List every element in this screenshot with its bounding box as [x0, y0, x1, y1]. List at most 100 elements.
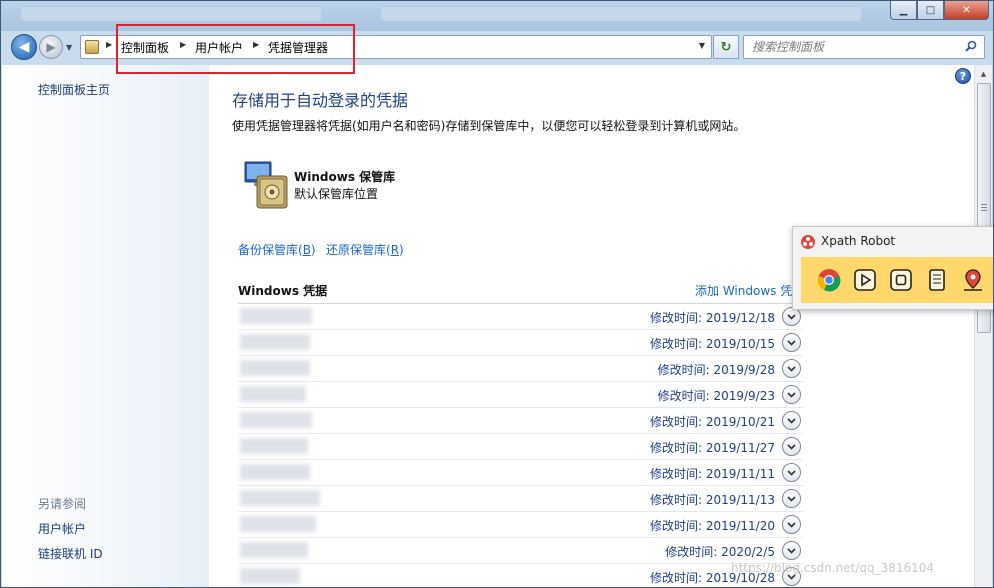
credential-row[interactable]: 修改时间: 2019/11/11	[238, 460, 803, 486]
play-icon[interactable]	[853, 268, 877, 292]
expand-chevron-icon[interactable]	[782, 541, 801, 560]
backup-vault-label: 备份保管库(	[238, 243, 303, 257]
credential-modified-time: 修改时间: 2019/10/21	[649, 415, 775, 429]
credential-row[interactable]: 修改时间: 2019/9/23	[238, 382, 803, 408]
vault-name[interactable]: Windows 保管库	[294, 168, 395, 185]
credential-name-redacted	[240, 568, 300, 584]
credential-modified-time: 修改时间: 2019/11/27	[649, 441, 775, 455]
vault-icon[interactable]	[243, 159, 293, 211]
close-button[interactable]: ✕	[944, 1, 989, 20]
sidebar: 控制面板主页 另请参阅 用户帐户 链接联机 ID	[2, 65, 209, 587]
restore-vault-link[interactable]: 还原保管库(R)	[326, 241, 404, 258]
chrome-icon[interactable]	[817, 268, 841, 292]
minimize-button[interactable]: ▁	[890, 1, 917, 20]
document-icon[interactable]	[925, 268, 949, 292]
scroll-up-icon[interactable]: ▲	[975, 65, 992, 82]
backup-vault-label-end: )	[310, 243, 316, 257]
credential-manager-window: ▁ □ ✕ ◀ ▶ ▼ ▶ 控制面板 ▶ 用户帐户 ▶ 凭据管理器 ▼ ↻ 搜索…	[0, 0, 994, 588]
credential-row[interactable]: 修改时间: 2019/12/18	[238, 304, 803, 330]
expand-chevron-icon[interactable]	[782, 515, 801, 534]
search-box[interactable]	[743, 35, 985, 59]
credential-modified-time: 修改时间: 2019/12/18	[649, 311, 775, 325]
credential-name-redacted	[240, 490, 320, 506]
backup-vault-accesskey: B	[302, 243, 311, 257]
refresh-icon: ↻	[720, 39, 732, 55]
main-panel: ? 存储用于自动登录的凭据 使用凭据管理器将凭据(如用户名和密码)存储到保管库中…	[209, 65, 974, 587]
credential-name-redacted	[240, 308, 312, 324]
windows-credentials-heading: Windows 凭据	[238, 284, 328, 298]
back-button[interactable]: ◀	[11, 34, 37, 60]
red-highlight-annotation	[116, 24, 355, 74]
credential-row[interactable]: 修改时间: 2019/11/20	[238, 512, 803, 538]
window-controls: ▁ □ ✕	[890, 1, 989, 20]
help-icon[interactable]: ?	[955, 68, 971, 84]
address-dropdown-icon[interactable]: ▼	[699, 41, 705, 50]
scrollbar-grip	[981, 207, 987, 208]
credential-row[interactable]: 修改时间: 2019/11/13	[238, 486, 803, 512]
credential-name-redacted	[240, 360, 310, 376]
xpath-robot-logo-icon	[801, 235, 815, 249]
expand-chevron-icon[interactable]	[782, 385, 801, 404]
credential-modified-time: 修改时间: 2019/11/11	[649, 467, 775, 481]
restore-vault-label-end: )	[399, 243, 404, 257]
xpath-robot-toolbar	[801, 257, 993, 303]
credential-modified-time: 修改时间: 2019/10/15	[649, 337, 775, 351]
expand-chevron-icon[interactable]	[782, 489, 801, 508]
title-bar-blur	[21, 7, 321, 21]
credential-row[interactable]: 修改时间: 2019/10/21	[238, 408, 803, 434]
vault-subtitle: 默认保管库位置	[294, 187, 379, 201]
xpath-robot-panel[interactable]: Xpath Robot	[792, 226, 993, 310]
expand-chevron-icon[interactable]	[782, 411, 801, 430]
credential-row[interactable]: 修改时间: 2019/11/27	[238, 434, 803, 460]
expand-chevron-icon[interactable]	[782, 463, 801, 482]
stop-icon[interactable]	[889, 268, 913, 292]
page-description: 使用凭据管理器将凭据(如用户名和密码)存储到保管库中，以便您可以轻松登录到计算机…	[232, 119, 746, 133]
credential-modified-time: 修改时间: 2019/11/13	[649, 493, 775, 507]
search-icon[interactable]	[965, 40, 977, 52]
credential-name-redacted	[240, 386, 306, 402]
sidebar-item-user-accounts[interactable]: 用户帐户	[38, 520, 86, 537]
sidebar-see-also-heading: 另请参阅	[38, 497, 87, 511]
credential-name-redacted	[240, 516, 316, 532]
credential-row[interactable]: 修改时间: 2019/9/28	[238, 356, 803, 382]
maximize-button[interactable]: □	[917, 1, 944, 20]
add-windows-credential-link[interactable]: 添加 Windows 凭据	[695, 282, 804, 299]
watermark-text: https://blog.csdn.net/qq_3816104	[731, 561, 935, 575]
credential-name-redacted	[240, 464, 310, 480]
content-area: 控制面板主页 另请参阅 用户帐户 链接联机 ID ? 存储用于自动登录的凭据 使…	[2, 65, 992, 587]
expand-chevron-icon[interactable]	[782, 437, 801, 456]
credential-name-redacted	[240, 438, 308, 454]
recent-pages-dropdown[interactable]: ▼	[66, 43, 72, 52]
forward-arrow-icon: ▶	[46, 40, 56, 54]
location-pin-icon[interactable]	[961, 268, 985, 292]
xpath-robot-title: Xpath Robot	[821, 234, 896, 248]
credential-modified-time: 修改时间: 2020/2/5	[665, 545, 775, 559]
credential-name-redacted	[240, 334, 310, 350]
credential-row[interactable]: 修改时间: 2020/2/5	[238, 538, 803, 564]
expand-chevron-icon[interactable]	[782, 333, 801, 352]
restore-vault-label: 还原保管库(	[326, 243, 391, 257]
sidebar-item-control-panel-home[interactable]: 控制面板主页	[38, 81, 110, 98]
breadcrumb-separator-icon[interactable]: ▶	[106, 40, 112, 49]
title-bar-blur	[381, 7, 861, 21]
refresh-button[interactable]: ↻	[713, 35, 739, 59]
expand-chevron-icon[interactable]	[782, 359, 801, 378]
credential-name-redacted	[240, 412, 312, 428]
vertical-scrollbar[interactable]: ▲	[974, 65, 992, 587]
scrollbar-grip	[981, 210, 987, 211]
back-arrow-icon: ◀	[18, 39, 30, 55]
credential-row[interactable]: 修改时间: 2019/10/15	[238, 330, 803, 356]
scrollbar-grip	[981, 204, 987, 205]
credential-modified-time: 修改时间: 2019/11/20	[649, 519, 775, 533]
page-title: 存储用于自动登录的凭据	[232, 91, 409, 110]
search-input[interactable]	[752, 39, 952, 55]
restore-vault-accesskey: R	[390, 243, 400, 257]
control-panel-icon	[85, 40, 99, 54]
forward-button[interactable]: ▶	[39, 35, 63, 59]
sidebar-item-link-online-id[interactable]: 链接联机 ID	[38, 545, 103, 562]
credential-row[interactable]: 修改时间: 2019/10/28	[238, 564, 803, 587]
credential-name-redacted	[240, 542, 308, 558]
backup-vault-link[interactable]: 备份保管库(B)	[238, 241, 316, 258]
credential-modified-time: 修改时间: 2019/9/23	[657, 389, 775, 403]
credential-modified-time: 修改时间: 2019/9/28	[657, 363, 775, 377]
